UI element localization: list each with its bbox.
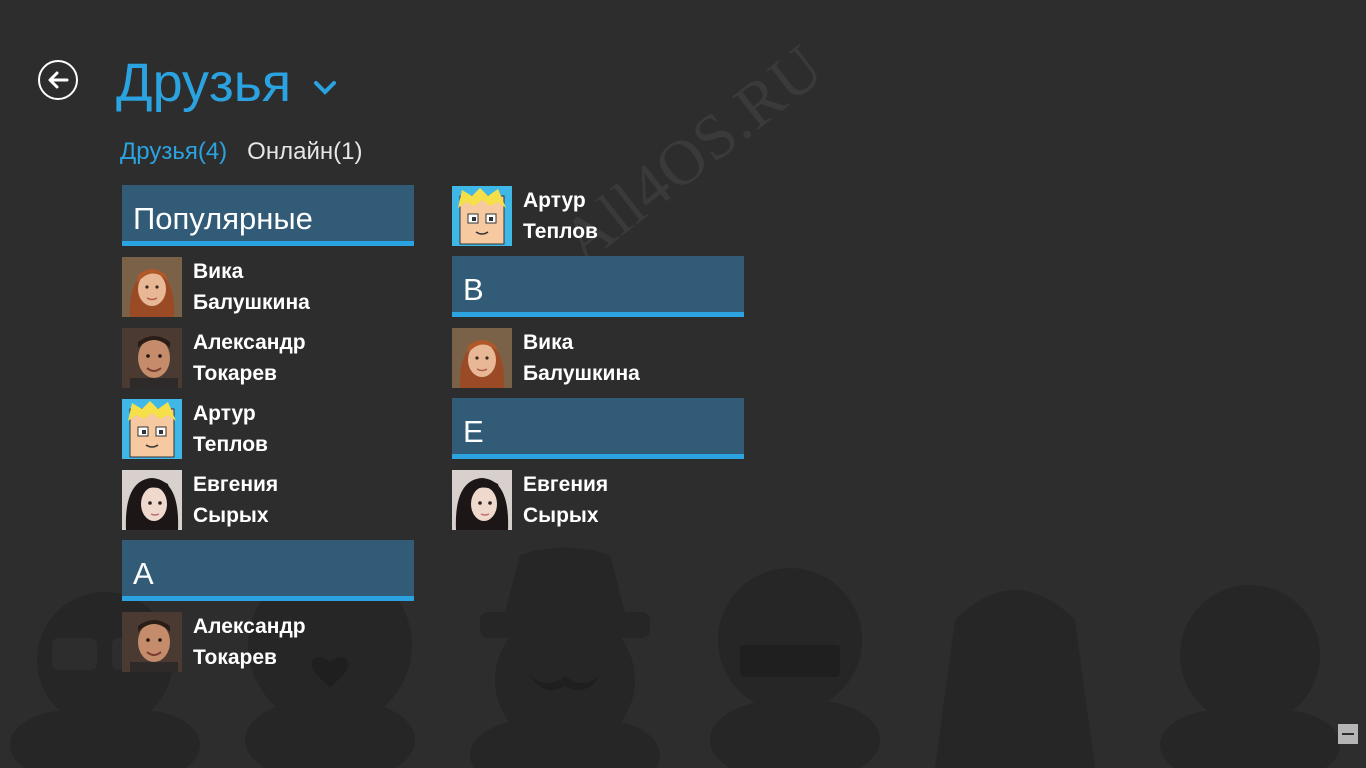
avatar-alexander (122, 612, 182, 672)
friend-last-name: Токарев (193, 645, 277, 669)
friend-last-name: Сырых (523, 503, 599, 527)
friend-name: Евгения Сырых (193, 469, 278, 531)
group-header-popular[interactable]: Популярные (122, 185, 414, 246)
friend-last-name: Сырых (193, 503, 269, 527)
avatar-vika (452, 328, 512, 388)
group-header-v[interactable]: В (452, 256, 744, 317)
friend-last-name: Теплов (193, 432, 268, 456)
friend-name: Вика Балушкина (523, 327, 640, 389)
zoom-out-button[interactable] (1338, 724, 1358, 744)
friend-first-name: Вика (193, 259, 244, 283)
friend-last-name: Теплов (523, 219, 598, 243)
friend-item-evgenia[interactable]: Евгения Сырых (452, 469, 744, 530)
friend-last-name: Балушкина (193, 290, 310, 314)
friend-name: Александр Токарев (193, 327, 306, 389)
avatar-alexander (122, 328, 182, 388)
friend-item-evgenia[interactable]: Евгения Сырых (122, 469, 414, 530)
friend-name: Вика Балушкина (193, 256, 310, 318)
chevron-down-icon[interactable] (313, 80, 337, 96)
group-header-label: А (133, 556, 154, 591)
avatar-artur (452, 186, 512, 246)
tab-friends[interactable]: Друзья(4) (120, 137, 227, 167)
avatar-vika (122, 257, 182, 317)
friend-item-artur[interactable]: Артур Теплов (122, 398, 414, 459)
friends-column-1: Популярные Вика Балушкина Александр Тока… (122, 185, 414, 682)
group-header-label: Популярные (133, 201, 313, 236)
friend-name: Артур Теплов (193, 398, 268, 460)
tab-online[interactable]: Онлайн(1) (247, 137, 362, 167)
friend-item-vika[interactable]: Вика Балушкина (452, 327, 744, 388)
avatar-artur (122, 399, 182, 459)
friends-column-2: Артур Теплов В Вика Балушкина Е Евгения … (452, 185, 744, 540)
friend-first-name: Артур (523, 188, 586, 212)
friend-first-name: Вика (523, 330, 574, 354)
group-header-label: Е (463, 414, 484, 449)
avatar-evgenia (452, 470, 512, 530)
friend-item-alexander[interactable]: Александр Токарев (122, 327, 414, 388)
friend-item-artur[interactable]: Артур Теплов (452, 185, 744, 246)
avatar-evgenia (122, 470, 182, 530)
friend-name: Артур Теплов (523, 185, 598, 247)
group-header-a[interactable]: А (122, 540, 414, 601)
back-button[interactable] (38, 60, 78, 100)
friend-first-name: Александр (193, 330, 306, 354)
group-header-e[interactable]: Е (452, 398, 744, 459)
friend-item-vika[interactable]: Вика Балушкина (122, 256, 414, 317)
friend-name: Евгения Сырых (523, 469, 608, 531)
friend-last-name: Балушкина (523, 361, 640, 385)
friend-first-name: Артур (193, 401, 256, 425)
friend-first-name: Евгения (523, 472, 609, 496)
page-title: Друзья (116, 53, 292, 113)
friend-first-name: Александр (193, 614, 306, 638)
filter-tabs: Друзья(4) Онлайн(1) (120, 137, 362, 167)
friend-name: Александр Токарев (193, 611, 306, 673)
group-header-label: В (463, 272, 484, 307)
friend-first-name: Евгения (193, 472, 279, 496)
friend-last-name: Токарев (193, 361, 277, 385)
back-arrow-icon (48, 71, 69, 89)
friend-item-alexander[interactable]: Александр Токарев (122, 611, 414, 672)
